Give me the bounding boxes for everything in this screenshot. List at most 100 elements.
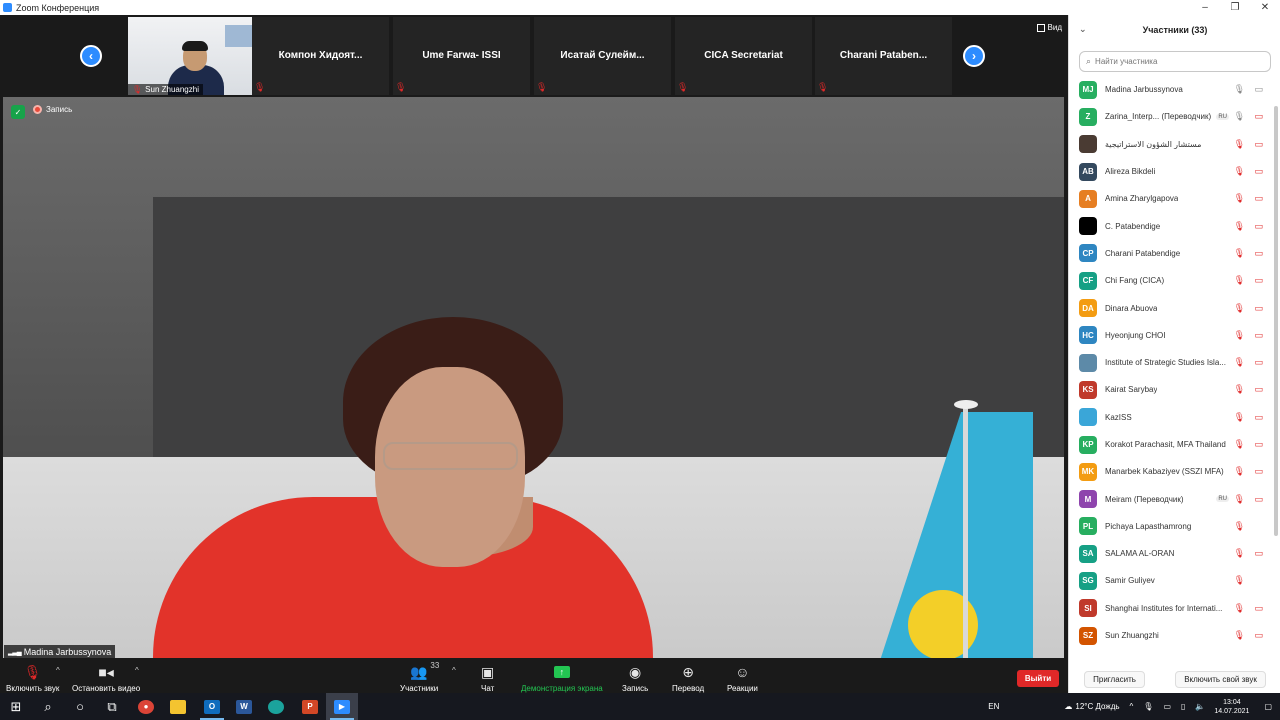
stop-video-label: Остановить видео [72, 684, 141, 693]
participant-row[interactable]: CF Chi Fang (CICA) 🎙 ▭ [1069, 267, 1273, 294]
thumb-video-tile[interactable]: 🎙 Sun Zhuangzhi [128, 17, 265, 95]
interpretation-button[interactable]: ⊕ Перевод [672, 663, 704, 694]
participant-row[interactable]: AB Alireza Bikdeli 🎙 ▭ [1069, 158, 1273, 185]
outlook-icon[interactable]: O [196, 693, 228, 720]
mic-muted-icon: 🎙 [1233, 575, 1245, 586]
chat-button[interactable]: ▣ Чат [481, 663, 495, 694]
participant-row[interactable]: SZ Sun Zhuangzhi 🎙 ▭ [1069, 622, 1273, 649]
tray-overflow-icon[interactable]: ^ [1130, 702, 1134, 711]
cortana-icon[interactable]: ○ [64, 693, 96, 720]
strip-prev-icon[interactable]: ‹ [80, 45, 102, 67]
task-view-icon[interactable]: ⧉ [96, 693, 128, 720]
maximize-button[interactable]: ❐ [1220, 0, 1250, 15]
chat-label: Чат [481, 684, 495, 693]
powerpoint-icon[interactable]: P [294, 693, 326, 720]
close-button[interactable]: ✕ [1250, 0, 1280, 15]
file-explorer-icon[interactable] [162, 693, 194, 720]
participant-search[interactable]: ⌕ [1079, 51, 1271, 72]
participant-row[interactable]: CP Charani Patabendige 🎙 ▭ [1069, 240, 1273, 267]
volume-icon[interactable]: 🔈 [1195, 702, 1205, 711]
video-off-icon: ▭ [1254, 466, 1263, 477]
record-button[interactable]: ◉ Запись [622, 663, 648, 694]
minimize-button[interactable]: – [1190, 0, 1220, 15]
edge-icon[interactable] [260, 693, 292, 720]
video-off-icon: ▭ [1254, 111, 1263, 122]
participant-row[interactable]: مستشار الشؤون الاستراتيجية 🎙 ▭ [1069, 131, 1273, 158]
thumb-tile[interactable]: Компон Хидоят... 🎙 [252, 17, 389, 95]
participant-row[interactable]: MJ Madina Jarbussynova 🎙 ▭ [1069, 76, 1273, 103]
mic-muted-icon: 🎙 [395, 82, 407, 92]
search-icon[interactable]: ⌕ [32, 693, 64, 720]
participant-row[interactable]: PL Pichaya Lapasthamrong 🎙 [1069, 513, 1273, 540]
avatar: SI [1079, 599, 1097, 618]
participant-row[interactable]: C. Patabendige 🎙 ▭ [1069, 212, 1273, 239]
participant-row[interactable]: SA SALAMA AL-ORAN 🎙 ▭ [1069, 540, 1273, 567]
chrome-icon[interactable]: ● [130, 693, 162, 720]
participant-row[interactable]: KazISS 🎙 ▭ [1069, 404, 1273, 431]
mic-muted-icon: 🎙 [23, 663, 42, 680]
participant-row[interactable]: HC Hyeonjung CHOI 🎙 ▭ [1069, 322, 1273, 349]
reactions-button[interactable]: ☺ Реакции [727, 663, 758, 693]
participant-row[interactable]: KP Korakot Parachasit, MFA Thailand 🎙 ▭ [1069, 431, 1273, 458]
thumb-tile[interactable]: CICA Secretariat 🎙 [675, 17, 812, 95]
mic-tray-icon[interactable]: 🎙 [1143, 702, 1153, 711]
mic-muted-icon: 🎙 [1233, 193, 1245, 204]
encryption-shield-icon[interactable]: ✓ [11, 105, 25, 119]
panel-scrollbar[interactable] [1274, 76, 1278, 658]
notifications-icon[interactable]: ▢ [1264, 702, 1272, 711]
participant-row[interactable]: A Amina Zharylgapova 🎙 ▭ [1069, 185, 1273, 212]
avatar: Z [1079, 107, 1097, 126]
system-clock[interactable]: 13:04 14.07.2021 [1214, 698, 1249, 716]
video-options-chevron-icon[interactable]: ^ [135, 666, 139, 675]
windows-start-icon[interactable]: ⊞ [0, 693, 32, 720]
strip-next-icon[interactable]: › [963, 45, 985, 67]
participant-row[interactable]: M Meiram (Переводчик) RU 🎙 ▭ [1069, 485, 1273, 512]
unmute-self-button[interactable]: Включить свой звук [1175, 670, 1266, 688]
participants-panel: ⌄ Участники (33) ⌕ MJ Madina Jarbussynova… [1068, 15, 1280, 693]
thumb-name: Ume Farwa- ISSI [422, 50, 501, 61]
participants-label: Участники [400, 684, 439, 693]
participant-name: Korakot Parachasit, MFA Thailand [1105, 440, 1226, 449]
search-input[interactable] [1095, 57, 1256, 66]
participant-row[interactable]: KS Kairat Sarybay 🎙 ▭ [1069, 376, 1273, 403]
invite-button[interactable]: Пригласить [1084, 670, 1145, 688]
participant-row[interactable]: Institute of Strategic Studies Isla... 🎙 ▭ [1069, 349, 1273, 376]
mic-muted-icon: 🎙 [1233, 493, 1245, 504]
video-off-icon: ▭ [1254, 384, 1263, 395]
zoom-taskbar-icon[interactable]: ▶ [326, 693, 358, 720]
video-off-icon: ▭ [1254, 411, 1263, 422]
participant-row[interactable]: DA Dinara Abuova 🎙 ▭ [1069, 294, 1273, 321]
video-off-icon: ▭ [1254, 493, 1263, 504]
unmute-button[interactable]: 🎙 Включить звук [6, 663, 59, 694]
audio-options-chevron-icon[interactable]: ^ [56, 666, 60, 675]
participant-name: Samir Guliyev [1105, 576, 1155, 586]
recording-indicator[interactable]: Запись [33, 105, 72, 114]
stop-video-button[interactable]: ■◂ Остановить видео [72, 663, 141, 694]
network-icon[interactable]: ▭ [1163, 702, 1171, 711]
avatar: CP [1079, 244, 1097, 263]
participants-count: 33 [430, 661, 440, 670]
participant-row[interactable]: SG Samir Guliyev 🎙 [1069, 567, 1273, 594]
scrollbar-thumb[interactable] [1274, 106, 1278, 536]
weather-widget[interactable]: ☁ 12°C Дождь [1064, 702, 1119, 711]
participant-row[interactable]: MK Manarbek Kabaziyev (SSZI MFA) 🎙 ▭ [1069, 458, 1273, 485]
video-off-icon: ▭ [1254, 247, 1263, 258]
avatar: HC [1079, 326, 1097, 345]
participants-icon: 👥 33 [410, 661, 440, 680]
collapse-chevron-icon[interactable]: ⌄ [1079, 24, 1087, 35]
battery-icon[interactable]: ▯ [1181, 702, 1185, 711]
thumb-tile[interactable]: Ume Farwa- ISSI 🎙 [393, 17, 530, 95]
thumb-tile[interactable]: Charani Pataben... 🎙 [815, 17, 952, 95]
participants-options-chevron-icon[interactable]: ^ [452, 666, 456, 675]
thumb-tile[interactable]: Исатай Сулейм... 🎙 [534, 17, 671, 95]
view-button[interactable]: Вид [1036, 23, 1062, 32]
word-icon[interactable]: W [228, 693, 260, 720]
participants-button[interactable]: 👥 33 Участники [400, 661, 440, 693]
search-icon: ⌕ [1086, 56, 1092, 66]
leave-button[interactable]: Выйти [1017, 670, 1059, 687]
language-indicator[interactable]: EN [988, 702, 999, 711]
avatar: MK [1079, 462, 1097, 481]
share-screen-button[interactable]: ↑ Демонстрация экрана [521, 663, 603, 693]
participant-row[interactable]: Z Zarina_Interp... (Переводчик) RU 🎙 ▭ [1069, 103, 1273, 130]
participant-row[interactable]: SI Shanghai Institutes for Internati... 🎙 ▭ [1069, 595, 1273, 622]
